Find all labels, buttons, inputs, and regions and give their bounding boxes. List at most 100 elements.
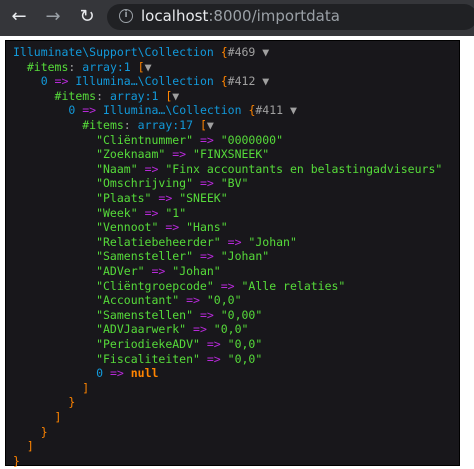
dump-token: => — [109, 366, 124, 381]
dump-line: #items: array:1 [▼ — [13, 60, 152, 74]
dump-token: : — [68, 59, 83, 74]
dump-token: ] — [13, 439, 34, 454]
dump-line: } — [13, 425, 48, 439]
dump-line: "Cliëntgroepcode" => "Alle relaties" — [13, 279, 345, 293]
dump-token: => — [144, 161, 159, 176]
dump-token: => — [199, 249, 214, 264]
dump-token: } — [13, 453, 20, 468]
dump-token: => — [199, 307, 214, 322]
dump-line: #items: array:17 [▼ — [13, 118, 214, 132]
address-bar[interactable]: i localhost:8000/importdata — [107, 4, 474, 30]
page-content: Illuminate\Support\Collection {#469 ▼ #i… — [0, 36, 474, 469]
dump-token: => — [193, 322, 207, 337]
dump-line: 0 => Illumina…\Collection {#412 ▼ — [13, 74, 270, 89]
collapse-toggle-icon[interactable]: ▼ — [255, 45, 269, 59]
dump-token: : — [123, 118, 138, 132]
dump-token: => — [172, 147, 187, 162]
dump-token: "Johan" — [241, 234, 297, 249]
dump-token: #411 — [255, 103, 284, 118]
dump-token: "0,00" — [213, 307, 263, 322]
dump-token — [13, 89, 55, 103]
dump-token: array:1 — [82, 59, 131, 74]
collapse-toggle-icon[interactable]: ▼ — [145, 60, 152, 74]
dump-token: => — [227, 234, 242, 249]
dump-token: "Cliëntgroepcode" — [13, 278, 221, 293]
dump-token: "Vennoot" — [13, 220, 166, 235]
dump-line: "Samensteller" => "Johan" — [13, 249, 269, 263]
dump-token: "Omschrijving" — [13, 176, 200, 191]
dump-line: ] — [13, 439, 34, 453]
dump-token: null — [123, 366, 159, 381]
dump-token: => — [206, 337, 221, 351]
dump-token: "Hans" — [179, 220, 228, 235]
dump-token: #items — [26, 59, 69, 74]
dump-token: "0,0" — [199, 293, 242, 308]
dump-token: "BV" — [213, 176, 249, 191]
dump-line: ] — [13, 410, 62, 424]
dump-token: [ — [193, 118, 207, 132]
dump-line: "Plaats" => "SNEEK" — [13, 191, 228, 205]
dump-token: => — [165, 220, 180, 235]
dump-line: "Relatiebeheerder" => "Johan" — [13, 235, 297, 249]
forward-arrow-icon[interactable]: → — [42, 6, 64, 28]
collapse-toggle-icon[interactable]: ▼ — [172, 89, 179, 103]
dump-token: "0,0" — [220, 337, 263, 351]
dump-token: "Samenstellen" — [13, 307, 200, 322]
dump-line: "Week" => "1" — [13, 206, 186, 220]
dump-line: "Naam" => "Finx accountants en belasting… — [13, 162, 442, 176]
dump-token: "Relatiebeheerder" — [13, 234, 228, 249]
dump-token: "1" — [158, 205, 187, 220]
dump-token: "Johan" — [213, 249, 270, 264]
dump-token: array:17 — [137, 118, 194, 132]
dump-token: } — [13, 424, 48, 439]
dump-token: "Finx accountants en belastingadviseurs" — [158, 161, 443, 176]
dump-token: => — [144, 205, 159, 220]
dump-token: "Plaats" — [13, 191, 159, 205]
dump-token: "Naam" — [13, 161, 145, 176]
dump-token: #items — [54, 88, 97, 103]
dump-token: ] — [13, 380, 90, 395]
dump-line: } — [13, 454, 20, 468]
dump-token: [ — [130, 59, 145, 74]
dump-line: } — [13, 395, 75, 409]
url-host: localhost — [141, 7, 209, 25]
dump-line: "Zoeknaam" => "FINXSNEEK" — [13, 147, 269, 161]
dump-line: 0 => Illumina…\Collection {#411 ▼ — [13, 103, 297, 117]
dump-token: "Alle relaties" — [234, 278, 346, 293]
dump-token: => — [158, 191, 173, 205]
dump-token: => — [82, 103, 97, 118]
var-dump-panel: Illuminate\Support\Collection {#469 ▼ #i… — [5, 40, 460, 468]
dump-line: "PeriodiekeADV" => "0,0" — [13, 337, 262, 351]
dump-token: [ — [158, 88, 173, 103]
dump-token: => — [206, 351, 221, 366]
dump-token: "Week" — [13, 205, 145, 220]
dump-token: "0,0" — [220, 351, 263, 366]
dump-token: "Johan" — [165, 264, 221, 278]
dump-line: "Accountant" => "0,0" — [13, 293, 242, 308]
dump-token: #412 — [227, 74, 256, 89]
dump-token: "ADVer" — [13, 264, 152, 278]
dump-token — [13, 118, 82, 132]
reload-icon[interactable]: ↻ — [76, 6, 98, 28]
collapse-toggle-icon[interactable]: ▼ — [255, 74, 269, 88]
browser-toolbar: ← → ↻ i localhost:8000/importdata — [0, 0, 474, 36]
dump-token: => — [199, 132, 214, 147]
dump-line: Illuminate\Support\Collection {#469 ▼ — [13, 45, 269, 59]
info-icon[interactable]: i — [119, 9, 133, 23]
collapse-toggle-icon[interactable]: ▼ — [283, 103, 297, 117]
dump-token: { — [220, 74, 228, 89]
dump-token — [13, 60, 27, 74]
back-arrow-icon[interactable]: ← — [8, 6, 30, 28]
dump-token: "Accountant" — [13, 293, 187, 308]
dump-token: Illuminate\Support\Collection — [13, 45, 221, 59]
dump-line: "Cliëntnummer" => "0000000" — [13, 133, 283, 147]
collapse-toggle-icon[interactable]: ▼ — [207, 118, 214, 132]
dump-line: ] — [13, 381, 89, 395]
dump-token: "Zoeknaam" — [13, 147, 173, 162]
dump-line: 0 => null — [13, 366, 158, 380]
dump-token: "PeriodiekeADV" — [13, 337, 207, 351]
url-text: localhost:8000/importdata — [141, 7, 340, 25]
dump-token: 0 — [13, 103, 83, 118]
dump-token: "Samensteller" — [13, 249, 200, 264]
dump-token: => — [54, 74, 69, 89]
